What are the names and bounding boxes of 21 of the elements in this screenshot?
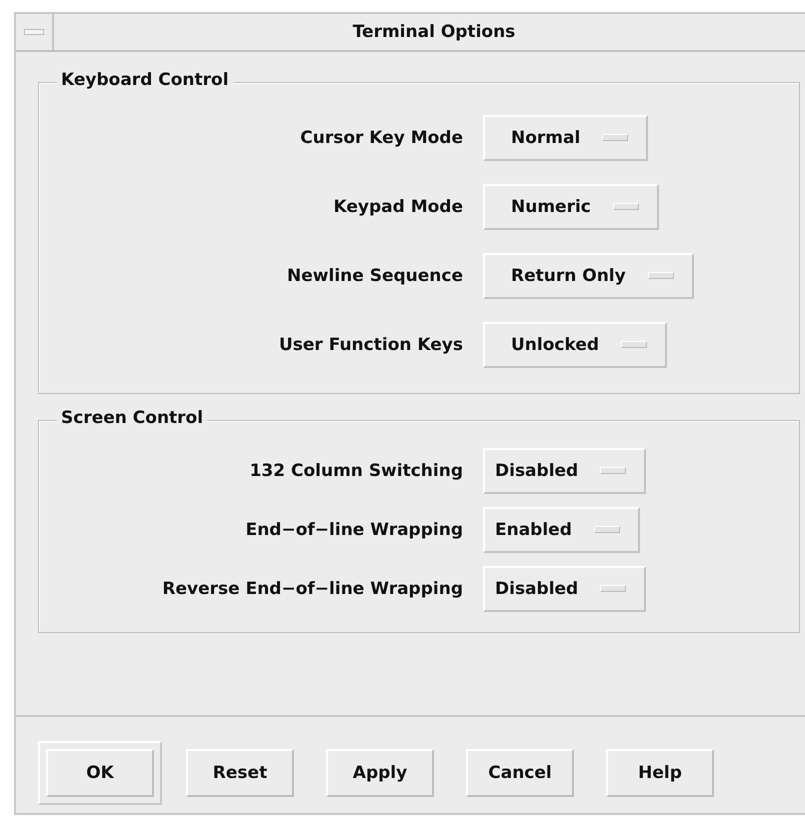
option-label: Keypad Mode	[332, 196, 463, 216]
dialog-button[interactable]: Cancel	[466, 749, 574, 797]
option-label: Reverse End−of−line Wrapping	[161, 578, 463, 598]
option-label: 132 Column Switching	[248, 460, 463, 480]
option-label: End−of−line Wrapping	[244, 520, 463, 540]
option-label: User Function Keys	[278, 334, 463, 354]
option-menu[interactable]: Disabled	[483, 448, 646, 494]
dialog-button[interactable]: Apply	[326, 749, 434, 797]
option-menu[interactable]: Return Only	[483, 252, 694, 298]
group-title: Keyboard Control	[57, 70, 233, 90]
option-menu[interactable]: Enabled	[483, 506, 640, 552]
dialog-button[interactable]: Reset	[186, 749, 294, 797]
option-menu[interactable]: Normal	[483, 114, 648, 160]
dialog-button[interactable]: Help	[606, 749, 714, 797]
dialog-button[interactable]: OK	[38, 741, 162, 805]
option-label: Newline Sequence	[286, 266, 463, 286]
option-menu[interactable]: Unlocked	[483, 322, 668, 368]
option-menu[interactable]: Disabled	[483, 566, 646, 612]
option-menu[interactable]: Numeric	[483, 184, 659, 230]
window-title: Terminal Options	[352, 21, 516, 44]
option-label: Cursor Key Mode	[299, 128, 463, 148]
